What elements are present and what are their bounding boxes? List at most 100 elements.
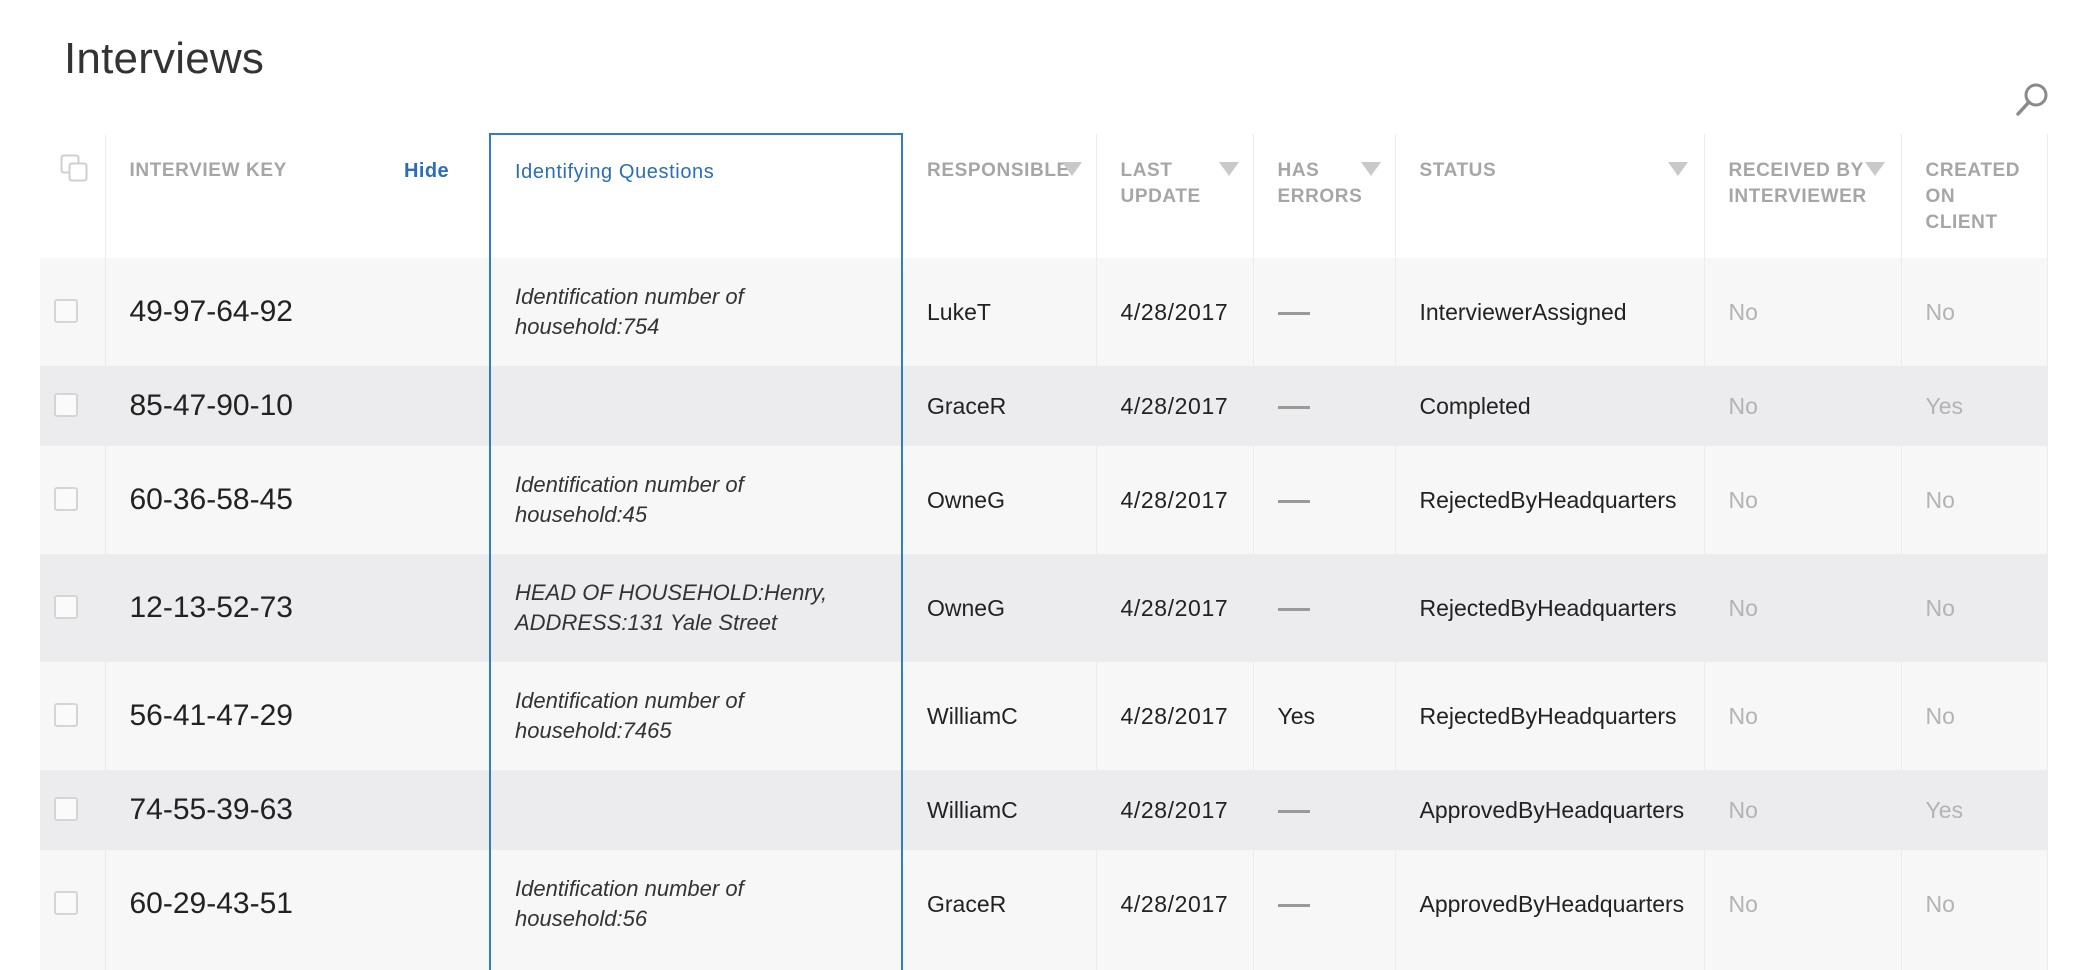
last-update-label-line1: LAST [1120,160,1173,181]
identifying-questions-cell [489,770,903,850]
identifying-questions-label: Identifying Questions [515,161,715,183]
has-errors-label-line1: HAS [1277,160,1320,181]
created-cell: No [1901,850,2048,958]
idq-line2: household:56 [515,906,648,931]
status-cell: ApprovedByHeadquarters [1395,850,1705,958]
search-icon[interactable] [2014,82,2050,118]
created-cell: No [1901,446,2048,554]
column-header-responsible[interactable]: RESPONSIBLE [902,134,1097,258]
created-cell: Yes [1901,366,2048,446]
sort-triangle-icon[interactable] [1360,162,1381,176]
table-row[interactable]: 85-47-90-10 GraceR 4/28/2017 Completed N… [40,366,2048,446]
column-header-created-on-client[interactable]: CREATED ON CLIENT [1901,134,2048,258]
received-label: RECEIVED BY INTERVIEWER [1729,158,1867,210]
table-row[interactable]: 49-97-64-92 Identification number of hous… [40,258,2048,366]
row-checkbox[interactable] [54,595,78,619]
received-cell: No [1704,258,1902,366]
idq-line1: Identification number of [515,472,744,497]
received-cell: No [1704,366,1902,446]
interview-key-cell[interactable]: 85-47-90-10 [105,366,491,446]
row-select-cell [40,258,106,366]
created-label-line1: CREATED [1925,160,2021,181]
row-select-cell [40,850,106,958]
row-checkbox[interactable] [54,891,78,915]
column-header-has-errors[interactable]: HAS ERRORS [1253,134,1396,258]
created-cell: Yes [1901,770,2048,850]
row-select-cell [40,366,106,446]
sort-triangle-icon[interactable] [1864,162,1885,176]
interview-key-cell[interactable]: 56-41-47-29 [105,662,491,770]
table-row[interactable]: 60-29-43-51 Identification number of hous… [40,850,2048,958]
interview-key-cell[interactable]: 60-29-43-51 [105,850,491,958]
dash-icon [1277,311,1310,315]
row-checkbox[interactable] [54,703,78,727]
received-cell: No [1704,554,1902,662]
table-row[interactable]: 60-36-58-45 Identification number of hous… [40,446,2048,554]
received-cell: No [1704,850,1902,958]
dash-icon [1277,903,1310,907]
interview-key-cell[interactable]: 60-36-58-45 [105,446,491,554]
identifying-questions-cell: Identification number of household:56 [489,850,903,958]
row-select-cell [40,446,106,554]
identifying-questions-cell: Identification number of household:754 [489,258,903,366]
responsible-cell: LukeT [902,258,1097,366]
idq-line2: household:7465 [515,718,672,743]
row-checkbox[interactable] [54,797,78,821]
table-row[interactable]: 12-13-52-73 HEAD OF HOUSEHOLD:Henry, ADDR… [40,554,2048,662]
dash-icon [1277,809,1310,813]
partial-cell [40,958,106,970]
last-update-label: LAST UPDATE [1121,158,1201,210]
status-label: STATUS [1419,160,1497,181]
row-checkbox[interactable] [54,393,78,417]
idq-line1: Identification number of [515,876,744,901]
status-cell: RejectedByHeadquarters [1395,446,1705,554]
received-cell: No [1704,446,1902,554]
last-update-cell: 4/28/2017 [1096,554,1254,662]
responsible-cell: WilliamC [902,770,1097,850]
created-label-line2: ON [1925,186,1956,207]
has-errors-cell [1253,366,1396,446]
column-header-last-update[interactable]: LAST UPDATE [1096,134,1254,258]
table-row[interactable]: 74-55-39-63 WilliamC 4/28/2017 ApprovedB… [40,770,2048,850]
partial-cell [1704,958,1902,970]
idq-line1: Identification number of [515,284,744,309]
row-checkbox[interactable] [54,487,78,511]
has-errors-cell [1253,554,1396,662]
responsible-cell: GraceR [902,366,1097,446]
last-update-cell: 4/28/2017 [1096,366,1254,446]
idq-line1: Identification number of [515,688,744,713]
identifying-questions-cell [489,366,903,446]
interviews-table: INTERVIEW KEY Hide Identifying Questions… [40,133,2048,970]
interview-key-cell[interactable]: 74-55-39-63 [105,770,491,850]
column-header-received-by-interviewer[interactable]: RECEIVED BY INTERVIEWER [1704,134,1902,258]
idq-line2: household:45 [515,502,648,527]
column-header-status[interactable]: STATUS [1395,134,1705,258]
sort-triangle-icon[interactable] [1061,162,1082,176]
interview-key-label: INTERVIEW KEY [129,160,287,181]
has-errors-cell [1253,258,1396,366]
table-row[interactable]: 56-41-47-29 Identification number of hous… [40,662,2048,770]
hide-link[interactable]: Hide [404,158,449,184]
column-header-identifying-questions[interactable]: Identifying Questions [489,133,903,258]
partial-cell [1253,958,1396,970]
interview-key-cell[interactable]: 49-97-64-92 [105,258,491,366]
has-errors-cell [1253,446,1396,554]
select-all-icon[interactable] [60,154,88,182]
created-cell: No [1901,554,2048,662]
sort-triangle-icon[interactable] [1218,162,1239,176]
dash-icon [1277,405,1310,409]
partial-cell [1395,958,1705,970]
created-cell: No [1901,662,2048,770]
column-header-interview-key[interactable]: INTERVIEW KEY Hide [105,134,491,258]
idq-line2: household:754 [515,314,660,339]
identifying-questions-cell: HEAD OF HOUSEHOLD:Henry, ADDRESS:131 Yale… [489,554,903,662]
partial-cell [105,958,491,970]
interview-key-cell[interactable]: 12-13-52-73 [105,554,491,662]
last-update-cell: 4/28/2017 [1096,258,1254,366]
has-errors-cell [1253,850,1396,958]
idq-line1: HEAD OF HOUSEHOLD:Henry, [515,580,828,605]
has-errors-cell: Yes [1253,662,1396,770]
sort-triangle-icon[interactable] [1667,162,1688,176]
responsible-cell: OwneG [902,554,1097,662]
row-checkbox[interactable] [54,299,78,323]
